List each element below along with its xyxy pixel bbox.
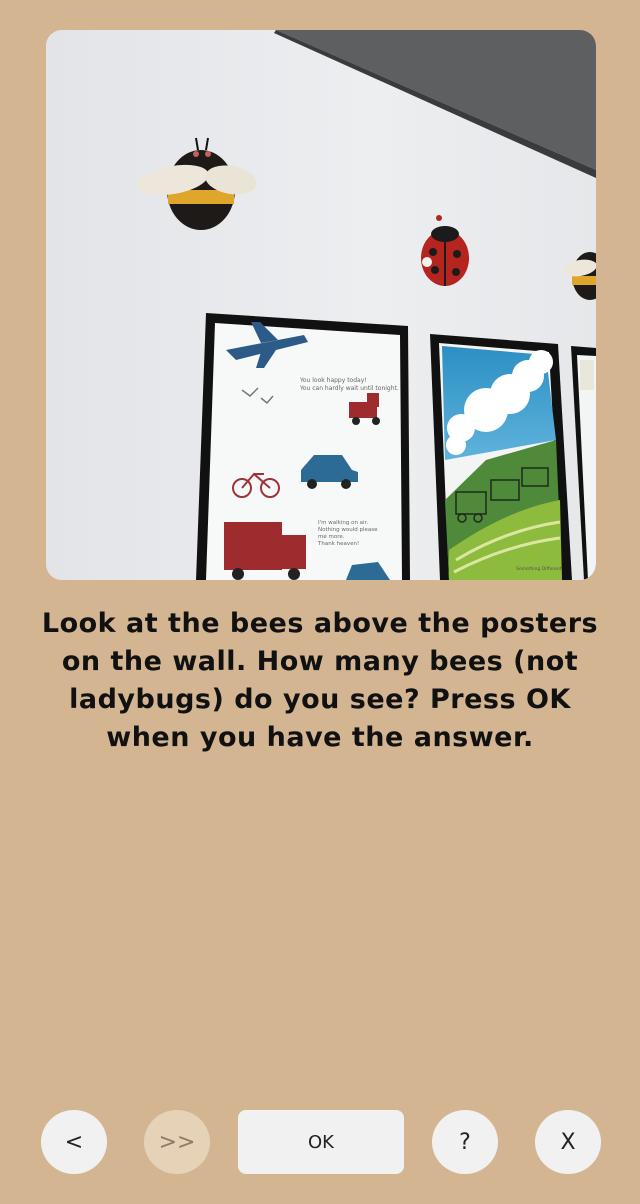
question-prompt: Look at the bees above the posters on th… — [41, 608, 599, 753]
poster-train: Something Different — [430, 334, 572, 580]
back-button[interactable]: < — [41, 1110, 107, 1174]
poster-text-line: You can hardly wait until tonight. — [299, 385, 399, 392]
close-button[interactable]: X — [535, 1110, 601, 1174]
poster-vehicles: You look happy today! You can hardly wai… — [196, 313, 410, 580]
help-button[interactable]: ? — [432, 1110, 498, 1174]
poster-text-line: Nothing would please — [318, 527, 378, 533]
poster-text-line: I'm walking on air. — [318, 520, 368, 526]
poster-text-line: me more. — [318, 534, 345, 540]
puzzle-photo: You look happy today! You can hardly wai… — [46, 30, 596, 580]
poster-text-line: Thank heaven! — [317, 541, 359, 547]
poster-caption: Something Different — [516, 566, 562, 572]
skip-button[interactable]: >> — [144, 1110, 210, 1174]
ok-button[interactable]: OK — [238, 1110, 404, 1174]
poster-text-line: You look happy today! — [299, 377, 367, 384]
